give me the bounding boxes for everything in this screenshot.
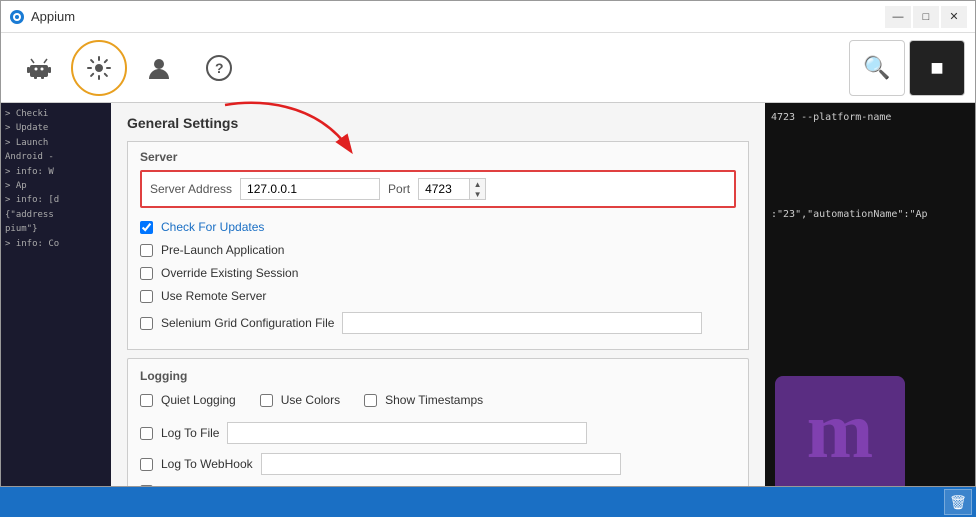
use-remote-label: Use Remote Server — [161, 289, 266, 303]
selenium-grid-row: Selenium Grid Configuration File — [140, 310, 736, 336]
right-panel-line1: 4723 --platform-name — [771, 109, 969, 126]
override-session-checkbox[interactable] — [140, 267, 153, 280]
search-button[interactable]: 🔍 — [849, 40, 905, 96]
settings-panel: General Settings Server Server Address P… — [111, 103, 765, 486]
minimize-button[interactable]: — — [885, 6, 911, 28]
port-label: Port — [388, 182, 410, 196]
use-remote-row: Use Remote Server — [140, 287, 736, 305]
window-controls: — □ ✕ — [885, 6, 967, 28]
panel-title: General Settings — [127, 115, 749, 131]
log-to-webhook-input[interactable] — [261, 453, 621, 475]
port-input-wrapper: ▲ ▼ — [418, 178, 486, 200]
right-panel-line2: :"23","automationName":"Ap — [771, 206, 969, 223]
logging-title: Logging — [140, 369, 736, 383]
logging-row-1: Quiet Logging Use Colors Show Timestamps — [140, 391, 736, 414]
check-updates-row: Check For Updates — [140, 218, 736, 236]
use-colors-row: Use Colors — [260, 391, 340, 409]
use-colors-label: Use Colors — [281, 393, 340, 407]
port-down-button[interactable]: ▼ — [470, 189, 485, 199]
show-timestamps-row: Show Timestamps — [364, 391, 483, 409]
right-panel: 4723 --platform-name :"23","automationNa… — [765, 103, 975, 486]
port-input[interactable] — [419, 179, 469, 199]
server-address-label: Server Address — [150, 182, 232, 196]
main-area: > Checki > Update > Launch Android - > i… — [1, 103, 975, 486]
log-panel: > Checki > Update > Launch Android - > i… — [1, 103, 111, 486]
use-local-tz-row: Use Local Timezone — [140, 482, 736, 486]
use-local-tz-checkbox[interactable] — [140, 485, 153, 487]
log-to-webhook-label: Log To WebHook — [161, 457, 253, 471]
toolbar: ? 🔍 ■ — [1, 33, 975, 103]
help-button[interactable]: ? — [191, 40, 247, 96]
server-address-input[interactable] — [240, 178, 380, 200]
server-address-row: Server Address Port ▲ ▼ — [140, 170, 736, 208]
server-section-header: Server — [140, 150, 736, 164]
log-to-file-label: Log To File — [161, 426, 219, 440]
stop-button[interactable]: ■ — [909, 40, 965, 96]
quiet-logging-checkbox[interactable] — [140, 394, 153, 407]
logging-section: Logging Quiet Logging Use Colors Show Ti… — [127, 358, 749, 486]
quiet-logging-label: Quiet Logging — [161, 393, 236, 407]
window-title: Appium — [31, 9, 75, 24]
show-timestamps-checkbox[interactable] — [364, 394, 377, 407]
show-timestamps-label: Show Timestamps — [385, 393, 483, 407]
close-button[interactable]: ✕ — [941, 6, 967, 28]
port-spinners: ▲ ▼ — [469, 179, 485, 199]
svg-text:?: ? — [215, 60, 224, 76]
trash-button[interactable]: 🗑 — [944, 489, 972, 515]
title-bar: Appium — □ ✕ — [1, 1, 975, 33]
override-session-row: Override Existing Session — [140, 264, 736, 282]
log-to-webhook-row: Log To WebHook — [140, 451, 736, 477]
pre-launch-label: Pre-Launch Application — [161, 243, 284, 257]
use-local-tz-label: Use Local Timezone — [161, 484, 270, 486]
check-updates-label: Check For Updates — [161, 220, 264, 234]
selenium-grid-input[interactable] — [342, 312, 702, 334]
use-remote-checkbox[interactable] — [140, 290, 153, 303]
right-panel-text: 4723 --platform-name :"23","automationNa… — [765, 103, 975, 229]
taskbar: 🗑 — [0, 487, 976, 517]
log-line: > Checki > Update > Launch Android - > i… — [5, 107, 107, 251]
override-session-label: Override Existing Session — [161, 266, 298, 280]
server-section: Server Server Address Port ▲ ▼ — [127, 141, 749, 350]
check-updates-checkbox[interactable] — [140, 221, 153, 234]
selenium-grid-checkbox[interactable] — [140, 317, 153, 330]
selenium-grid-label: Selenium Grid Configuration File — [161, 316, 334, 330]
log-to-file-input[interactable] — [227, 422, 587, 444]
maximize-button[interactable]: □ — [913, 6, 939, 28]
quiet-logging-row: Quiet Logging — [140, 391, 236, 409]
use-colors-checkbox[interactable] — [260, 394, 273, 407]
android-button[interactable] — [11, 40, 67, 96]
log-to-file-row: Log To File — [140, 420, 736, 446]
user-button[interactable] — [131, 40, 187, 96]
title-bar-left: Appium — [9, 9, 75, 25]
log-to-webhook-checkbox[interactable] — [140, 458, 153, 471]
log-to-file-checkbox[interactable] — [140, 427, 153, 440]
pre-launch-row: Pre-Launch Application — [140, 241, 736, 259]
main-window: Appium — □ ✕ — [0, 0, 976, 487]
pre-launch-checkbox[interactable] — [140, 244, 153, 257]
appium-icon — [9, 9, 25, 25]
m-decoration: m — [775, 376, 905, 486]
port-up-button[interactable]: ▲ — [470, 179, 485, 189]
settings-button[interactable] — [71, 40, 127, 96]
